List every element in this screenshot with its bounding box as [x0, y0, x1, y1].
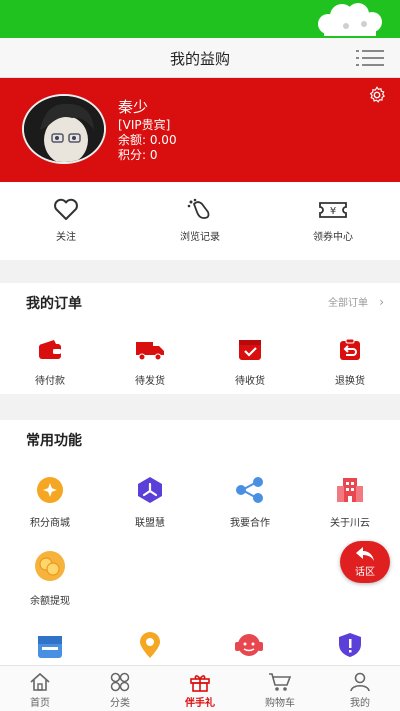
footprint-icon — [187, 198, 210, 219]
tab-mine[interactable]: 我的 — [320, 672, 400, 709]
return-icon — [340, 338, 360, 360]
order-pending-shipment[interactable]: 待发货 — [100, 339, 200, 387]
function-label: 积分商城 — [30, 518, 70, 529]
function-label: 余额提现 — [30, 596, 70, 607]
store-icon[interactable] — [36, 633, 64, 659]
all-orders-link[interactable]: 全部订单 › — [328, 294, 384, 309]
order-label: 待发货 — [135, 376, 165, 387]
functions-section: 常用功能 积分商城 联盟慧 我要合作 关于川云 余额提现 — [0, 420, 400, 665]
quick-link-label: 领券中心 — [313, 232, 353, 243]
points-mall-icon — [37, 477, 63, 503]
box-check-icon — [239, 340, 261, 360]
order-label: 退换货 — [335, 376, 365, 387]
coupon-icon: ¥ — [319, 202, 347, 218]
truck-icon — [136, 342, 164, 361]
reply-icon — [356, 547, 374, 561]
cloud-decoration-icon — [318, 3, 382, 36]
tab-label: 我的 — [350, 698, 370, 709]
quick-link-history[interactable]: 浏览记录 — [150, 198, 250, 243]
tab-label: 伴手礼 — [185, 698, 215, 709]
cooperate-icon — [236, 477, 263, 503]
home-icon — [30, 672, 50, 691]
avatar[interactable] — [22, 94, 106, 164]
quick-link-follow[interactable]: 关注 — [16, 198, 116, 243]
svg-text:¥: ¥ — [330, 206, 336, 217]
functions-title: 常用功能 — [26, 433, 82, 449]
order-label: 待付款 — [35, 376, 65, 387]
heart-icon — [54, 198, 78, 220]
profile-card: 秦少 [VIP贵宾] 余额: 0.00 积分: 0 — [0, 78, 400, 182]
chevron-right-icon: › — [379, 295, 384, 309]
title-bar: 我的益购 — [0, 38, 400, 78]
function-label: 我要合作 — [230, 518, 270, 529]
orders-title: 我的订单 — [26, 296, 82, 312]
fab-label: 话区 — [355, 567, 375, 578]
gear-icon[interactable] — [368, 86, 386, 104]
points-text: 积分: 0 — [118, 148, 158, 162]
gift-icon — [190, 675, 210, 692]
tab-label: 分类 — [110, 698, 130, 709]
orders-section: 我的订单 全部订单 › 待付款 待发货 待收货 退换货 — [0, 283, 400, 394]
quick-links: 关注 浏览记录 ¥ 领券中心 — [0, 182, 400, 260]
topic-float-button[interactable]: 话区 — [340, 541, 390, 583]
customer-service-icon[interactable] — [233, 632, 265, 658]
category-icon — [110, 672, 130, 692]
tab-label: 首页 — [30, 698, 50, 709]
function-label: 关于川云 — [330, 518, 370, 529]
status-bar — [0, 0, 400, 38]
coins-icon — [35, 551, 65, 581]
page-title: 我的益购 — [169, 50, 230, 68]
building-icon — [337, 478, 363, 502]
quick-link-label: 关注 — [56, 232, 76, 243]
all-orders-label: 全部订单 — [328, 298, 368, 309]
function-label: 联盟慧 — [135, 518, 165, 529]
function-alliance[interactable]: 联盟慧 — [100, 476, 200, 529]
quick-link-coupons[interactable]: ¥ 领券中心 — [283, 198, 383, 243]
cart-icon — [269, 673, 292, 691]
location-icon[interactable] — [136, 631, 164, 659]
order-pending-receipt[interactable]: 待收货 — [200, 339, 300, 387]
user-name: 秦少 — [118, 98, 149, 116]
tab-label: 购物车 — [265, 698, 295, 709]
order-returns[interactable]: 退换货 — [300, 338, 400, 387]
function-cooperate[interactable]: 我要合作 — [200, 476, 300, 529]
user-icon — [350, 672, 370, 692]
function-about[interactable]: 关于川云 — [300, 476, 400, 529]
tab-category[interactable]: 分类 — [80, 672, 160, 709]
order-pending-payment[interactable]: 待付款 — [0, 339, 100, 387]
wallet-icon — [39, 340, 61, 359]
tab-gift[interactable]: 伴手礼 — [160, 672, 240, 709]
function-points-mall[interactable]: 积分商城 — [0, 476, 100, 529]
order-label: 待收货 — [235, 376, 265, 387]
bottom-tab-bar: 首页 分类 伴手礼 购物车 我的 — [0, 665, 400, 711]
quick-link-label: 浏览记录 — [180, 232, 220, 243]
tab-cart[interactable]: 购物车 — [240, 672, 320, 709]
shield-icon[interactable] — [337, 632, 363, 658]
alliance-icon — [138, 477, 162, 503]
menu-list-icon[interactable] — [356, 49, 384, 67]
function-withdraw[interactable]: 余额提现 — [0, 550, 100, 607]
tab-home[interactable]: 首页 — [0, 672, 80, 709]
